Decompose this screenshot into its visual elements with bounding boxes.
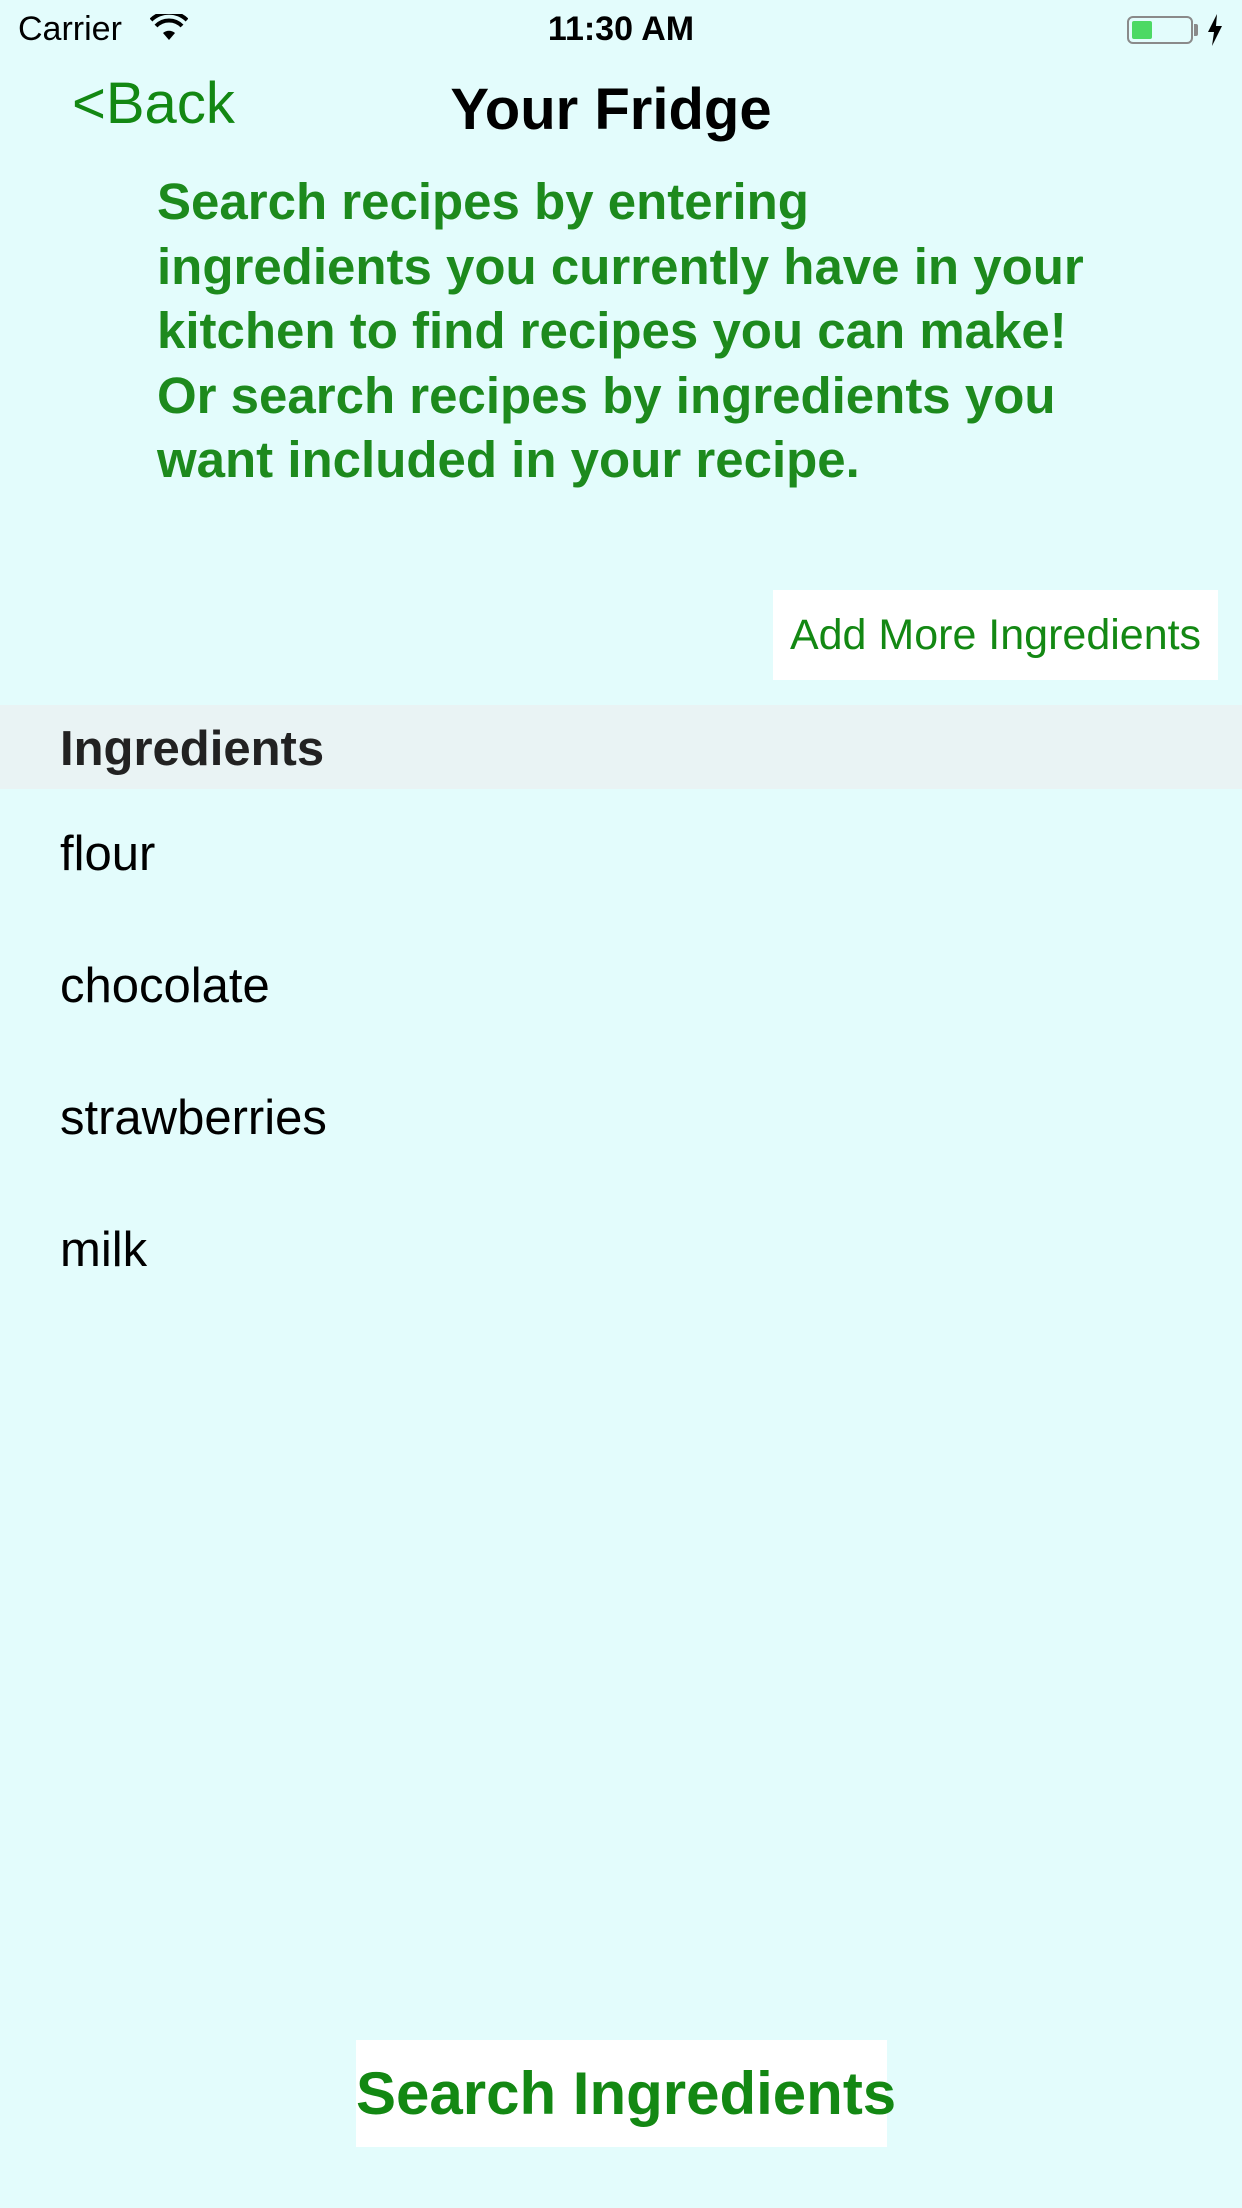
ingredient-label: milk bbox=[60, 1223, 148, 1277]
status-time: 11:30 AM bbox=[547, 10, 695, 48]
instructions-text: Search recipes by entering ingredients y… bbox=[157, 173, 1084, 488]
ingredient-row[interactable]: flour bbox=[0, 790, 1242, 922]
ingredient-label: strawberries bbox=[60, 1091, 327, 1145]
ingredient-label: flour bbox=[60, 827, 156, 881]
search-ingredients-button[interactable]: Search Ingredients bbox=[356, 2040, 896, 2147]
ingredients-section-header: Ingredients bbox=[0, 705, 1242, 789]
charging-bolt-icon bbox=[1208, 14, 1222, 46]
ingredient-row[interactable]: chocolate bbox=[0, 922, 1242, 1054]
battery-level bbox=[1132, 21, 1152, 39]
page-title: Your Fridge bbox=[450, 77, 772, 142]
ingredient-label: chocolate bbox=[60, 959, 270, 1013]
ingredient-row[interactable]: strawberries bbox=[0, 1054, 1242, 1186]
ingredient-list: flour chocolate strawberries milk bbox=[0, 790, 1242, 1318]
battery-tip bbox=[1194, 24, 1198, 36]
add-more-ingredients-button[interactable]: Add More Ingredients bbox=[773, 590, 1218, 680]
battery-icon bbox=[1127, 16, 1193, 44]
ingredient-row[interactable]: milk bbox=[0, 1186, 1242, 1318]
back-button[interactable]: <Back bbox=[72, 70, 235, 137]
status-bar: Carrier 11:30 AM bbox=[0, 0, 1242, 62]
ingredients-header-label: Ingredients bbox=[60, 722, 325, 776]
